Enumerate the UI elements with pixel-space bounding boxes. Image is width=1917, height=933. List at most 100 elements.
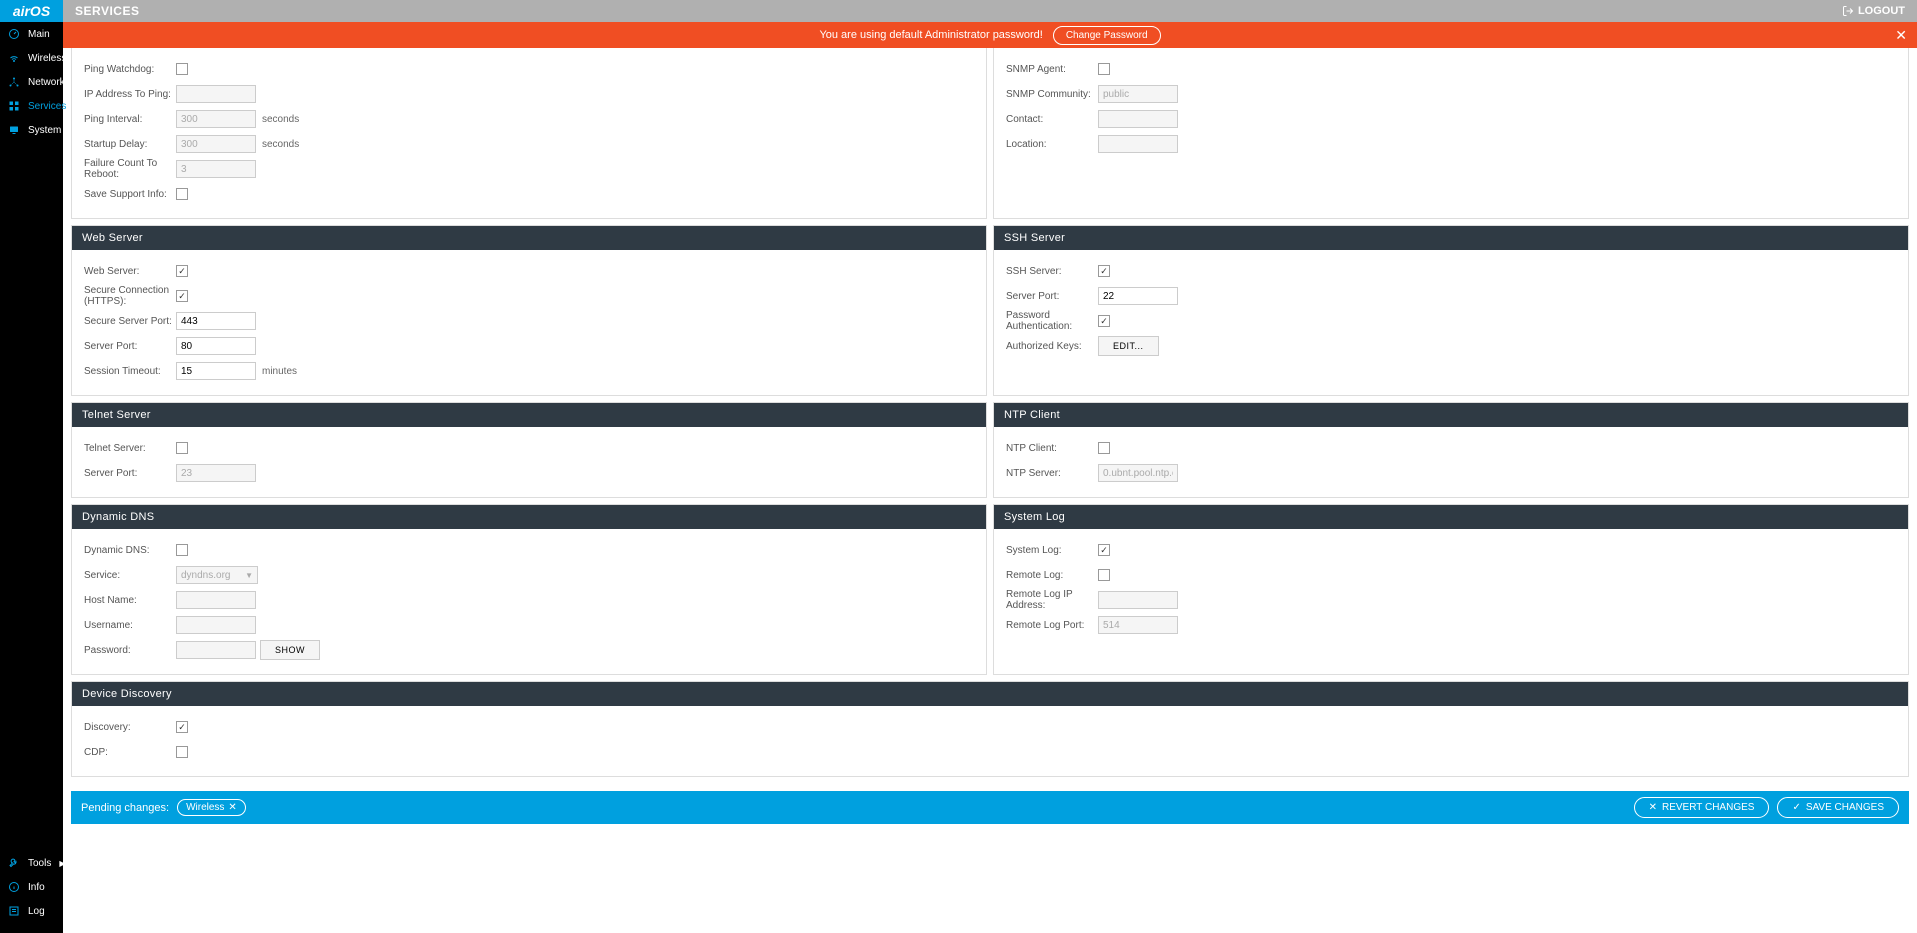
label-failure-count: Failure Count To Reboot: (84, 158, 176, 180)
telnet-port-input[interactable] (176, 464, 256, 482)
label-startup-delay: Startup Delay: (84, 139, 176, 150)
change-password-button[interactable]: Change Password (1053, 26, 1161, 45)
alert-text: You are using default Administrator pass… (819, 29, 1042, 41)
failure-count-input[interactable] (176, 160, 256, 178)
ping-watchdog-checkbox[interactable] (176, 63, 188, 75)
ntp-server-input[interactable] (1098, 464, 1178, 482)
revert-label: REVERT CHANGES (1662, 802, 1754, 813)
label-syslog: System Log: (1006, 545, 1098, 556)
startup-delay-input[interactable] (176, 135, 256, 153)
unit-seconds: seconds (262, 139, 299, 150)
save-support-checkbox[interactable] (176, 188, 188, 200)
logout-icon (1842, 5, 1854, 17)
remote-port-input[interactable] (1098, 616, 1178, 634)
discovery-checkbox[interactable]: ✓ (176, 721, 188, 733)
pwauth-checkbox[interactable]: ✓ (1098, 315, 1110, 327)
label-location: Location: (1006, 139, 1098, 150)
logo-text: airOS (13, 3, 50, 19)
label-ping-watchdog: Ping Watchdog: (84, 64, 176, 75)
sidebar-item-main[interactable]: Main (0, 22, 63, 46)
logo: airOS (0, 0, 63, 22)
save-changes-button[interactable]: ✓ SAVE CHANGES (1777, 797, 1899, 818)
tools-icon (8, 857, 20, 869)
label-authorized-keys: Authorized Keys: (1006, 341, 1098, 352)
ddns-service-value: dyndns.org (181, 570, 230, 581)
chevron-right-icon: ▶ (59, 859, 65, 868)
logout-button[interactable]: LOGOUT (1842, 5, 1905, 17)
label-remote-log: Remote Log: (1006, 570, 1098, 581)
location-input[interactable] (1098, 135, 1178, 153)
label-ip-to-ping: IP Address To Ping: (84, 89, 176, 100)
label-snmp-community: SNMP Community: (1006, 89, 1098, 100)
network-icon (8, 76, 20, 88)
ddns-checkbox[interactable] (176, 544, 188, 556)
remote-log-checkbox[interactable] (1098, 569, 1110, 581)
label-remote-port: Remote Log Port: (1006, 620, 1098, 631)
label-telnet: Telnet Server: (84, 443, 176, 454)
ssh-port-input[interactable] (1098, 287, 1178, 305)
save-label: SAVE CHANGES (1806, 802, 1884, 813)
https-checkbox[interactable]: ✓ (176, 290, 188, 302)
unit-seconds: seconds (262, 114, 299, 125)
ntp-panel: NTP Client NTP Client: NTP Server: (993, 402, 1909, 498)
gauge-icon (8, 28, 20, 40)
check-icon: ✓ (1792, 802, 1800, 813)
server-port-input[interactable] (176, 337, 256, 355)
services-icon (8, 100, 20, 112)
label-telnet-port: Server Port: (84, 468, 176, 479)
ping-interval-input[interactable] (176, 110, 256, 128)
sidebar-label: Log (28, 906, 45, 917)
snmp-agent-checkbox[interactable] (1098, 63, 1110, 75)
chip-label: Wireless (186, 802, 224, 813)
label-ddns-pass: Password: (84, 645, 176, 656)
remote-ip-input[interactable] (1098, 591, 1178, 609)
top-bar: airOS SERVICES LOGOUT (0, 0, 1917, 22)
panel-header-telnet: Telnet Server (72, 403, 986, 427)
close-icon[interactable]: ✕ (1895, 27, 1907, 44)
label-web-server: Web Server: (84, 266, 176, 277)
ddns-host-input[interactable] (176, 591, 256, 609)
ddns-user-input[interactable] (176, 616, 256, 634)
ntp-checkbox[interactable] (1098, 442, 1110, 454)
sidebar-label: System (28, 125, 61, 136)
unit-minutes: minutes (262, 366, 297, 377)
sidebar-label: Main (28, 29, 50, 40)
system-icon (8, 124, 20, 136)
sidebar-label: Network (28, 77, 65, 88)
edit-keys-button[interactable]: EDIT... (1098, 336, 1159, 356)
label-ssh-server: SSH Server: (1006, 266, 1098, 277)
page-title: SERVICES (75, 4, 139, 18)
sidebar-item-services[interactable]: Services (0, 94, 63, 118)
sidebar-item-system[interactable]: System (0, 118, 63, 142)
contact-input[interactable] (1098, 110, 1178, 128)
ddns-service-select[interactable]: dyndns.org ▼ (176, 566, 258, 584)
sidebar-item-network[interactable]: Network (0, 70, 63, 94)
ddns-pass-input[interactable] (176, 641, 256, 659)
sidebar-item-tools[interactable]: Tools ▶ (0, 851, 63, 875)
revert-changes-button[interactable]: ✕ REVERT CHANGES (1634, 797, 1770, 818)
panel-header-ssh-server: SSH Server (994, 226, 1908, 250)
cdp-checkbox[interactable] (176, 746, 188, 758)
ssh-server-checkbox[interactable]: ✓ (1098, 265, 1110, 277)
snmp-community-input[interactable] (1098, 85, 1178, 103)
sidebar-item-wireless[interactable]: Wireless (0, 46, 63, 70)
sidebar-item-log[interactable]: Log (0, 899, 63, 923)
secure-port-input[interactable] (176, 312, 256, 330)
telnet-checkbox[interactable] (176, 442, 188, 454)
label-snmp-agent: SNMP Agent: (1006, 64, 1098, 75)
label-https: Secure Connection (HTTPS): (84, 285, 176, 307)
syslog-checkbox[interactable]: ✓ (1098, 544, 1110, 556)
log-icon (8, 905, 20, 917)
label-server-port: Server Port: (84, 341, 176, 352)
label-cdp: CDP: (84, 747, 176, 758)
show-password-button[interactable]: SHOW (260, 640, 320, 660)
sidebar-item-info[interactable]: Info (0, 875, 63, 899)
pending-chip-wireless[interactable]: Wireless ✕ (177, 799, 246, 816)
panel-header-ntp: NTP Client (994, 403, 1908, 427)
label-pwauth: Password Authentication: (1006, 310, 1098, 332)
close-icon[interactable]: ✕ (228, 802, 236, 813)
web-server-checkbox[interactable]: ✓ (176, 265, 188, 277)
telnet-panel: Telnet Server Telnet Server: Server Port… (71, 402, 987, 498)
ip-to-ping-input[interactable] (176, 85, 256, 103)
session-timeout-input[interactable] (176, 362, 256, 380)
